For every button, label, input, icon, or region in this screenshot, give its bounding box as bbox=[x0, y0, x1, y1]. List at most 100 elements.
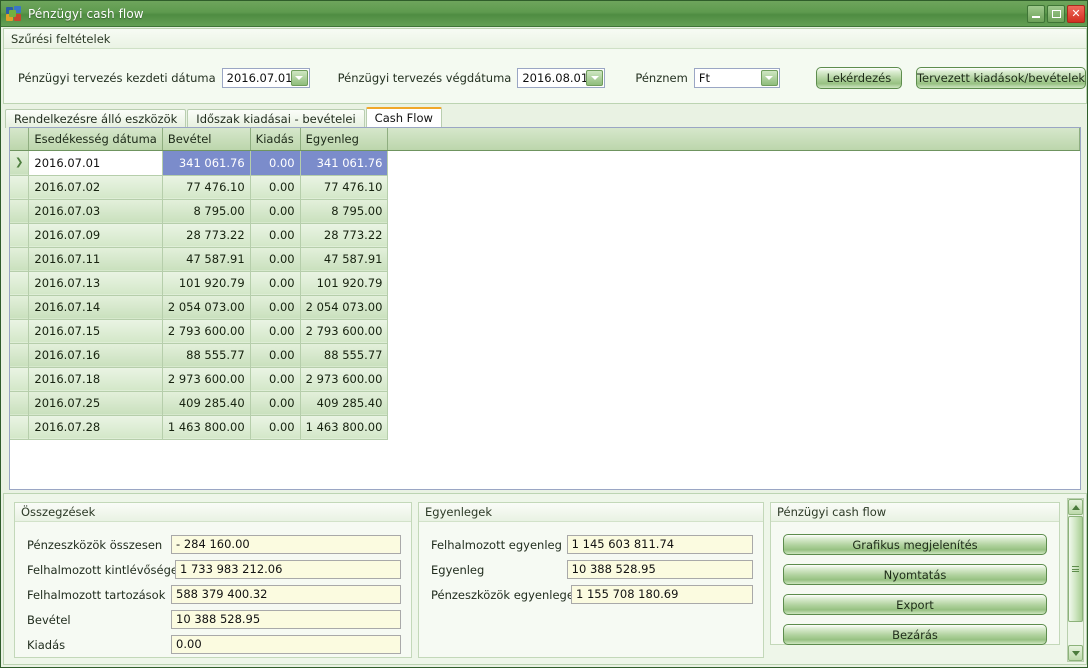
cell-expense[interactable]: 0.00 bbox=[250, 247, 301, 272]
column-header-balance[interactable]: Egyenleg bbox=[300, 128, 389, 151]
cell-date[interactable]: 2016.07.01 bbox=[28, 150, 163, 176]
cell-income[interactable]: 409 285.40 bbox=[162, 391, 251, 416]
column-header-date[interactable]: Esedékesség dátuma bbox=[28, 128, 163, 151]
table-row[interactable]: 2016.07.16 88 555.77 0.00 88 555.77 bbox=[10, 343, 1080, 368]
cell-income[interactable]: 28 773.22 bbox=[162, 223, 251, 248]
cell-balance[interactable]: 88 555.77 bbox=[300, 343, 389, 368]
planned-expenses-income-button[interactable]: Tervezett kiadások/bevételek bbox=[916, 67, 1086, 89]
cell-date[interactable]: 2016.07.13 bbox=[28, 271, 163, 296]
cell-expense[interactable]: 0.00 bbox=[250, 367, 301, 392]
query-button[interactable]: Lekérdezés bbox=[815, 67, 902, 89]
cell-balance[interactable]: 47 587.91 bbox=[300, 247, 389, 272]
table-row[interactable]: 2016.07.03 8 795.00 0.00 8 795.00 bbox=[10, 199, 1080, 224]
row-selector-cell[interactable] bbox=[10, 247, 30, 272]
cell-expense[interactable]: 0.00 bbox=[250, 319, 301, 344]
accumulated-debts-value[interactable]: 588 379 400.32 bbox=[171, 585, 401, 604]
cell-balance[interactable]: 341 061.76 bbox=[300, 150, 389, 176]
cell-income[interactable]: 2 054 073.00 bbox=[162, 295, 251, 320]
table-row[interactable]: 2016.07.28 1 463 800.00 0.00 1 463 800.00 bbox=[10, 415, 1080, 440]
row-selector-cell[interactable] bbox=[10, 343, 30, 368]
table-row[interactable]: 2016.07.25 409 285.40 0.00 409 285.40 bbox=[10, 391, 1080, 416]
cell-income[interactable]: 47 587.91 bbox=[162, 247, 251, 272]
table-row[interactable]: 2016.07.13 101 920.79 0.00 101 920.79 bbox=[10, 271, 1080, 296]
row-selector-cell[interactable] bbox=[10, 175, 30, 200]
cell-date[interactable]: 2016.07.03 bbox=[28, 199, 163, 224]
cell-balance[interactable]: 2 054 073.00 bbox=[300, 295, 389, 320]
cell-expense[interactable]: 0.00 bbox=[250, 295, 301, 320]
row-selector-cell[interactable]: ❯ bbox=[10, 150, 30, 176]
currency-dropdown-button[interactable] bbox=[760, 70, 778, 86]
row-selector-cell[interactable] bbox=[10, 295, 30, 320]
currency-combo[interactable]: Ft bbox=[693, 68, 780, 88]
cell-income[interactable]: 341 061.76 bbox=[162, 150, 251, 176]
start-date-combo[interactable]: 2016.07.01 bbox=[221, 68, 310, 88]
cell-date[interactable]: 2016.07.15 bbox=[28, 319, 163, 344]
cell-expense[interactable]: 0.00 bbox=[250, 271, 301, 296]
cell-date[interactable]: 2016.07.02 bbox=[28, 175, 163, 200]
cell-balance[interactable]: 28 773.22 bbox=[300, 223, 389, 248]
tab-available-assets[interactable]: Rendelkezésre álló eszközök bbox=[5, 109, 187, 128]
minimize-button[interactable] bbox=[1027, 5, 1045, 23]
table-row[interactable]: 2016.07.18 2 973 600.00 0.00 2 973 600.00 bbox=[10, 367, 1080, 392]
cell-expense[interactable]: 0.00 bbox=[250, 199, 301, 224]
scroll-up-button[interactable] bbox=[1068, 499, 1083, 515]
total-cash-value[interactable]: - 284 160.00 bbox=[171, 535, 401, 554]
scrollbar-track[interactable] bbox=[1068, 622, 1083, 645]
table-row[interactable]: 2016.07.11 47 587.91 0.00 47 587.91 bbox=[10, 247, 1080, 272]
close-dialog-button[interactable]: Bezárás bbox=[783, 624, 1047, 645]
cell-date[interactable]: 2016.07.18 bbox=[28, 367, 163, 392]
cell-date[interactable]: 2016.07.11 bbox=[28, 247, 163, 272]
row-selector-cell[interactable] bbox=[10, 391, 30, 416]
table-row[interactable]: 2016.07.02 77 476.10 0.00 77 476.10 bbox=[10, 175, 1080, 200]
table-row[interactable]: 2016.07.14 2 054 073.00 0.00 2 054 073.00 bbox=[10, 295, 1080, 320]
cell-date[interactable]: 2016.07.28 bbox=[28, 415, 163, 440]
row-selector-cell[interactable] bbox=[10, 199, 30, 224]
start-date-dropdown-button[interactable] bbox=[290, 70, 308, 86]
cell-date[interactable]: 2016.07.16 bbox=[28, 343, 163, 368]
table-row[interactable]: ❯ 2016.07.01 341 061.76 0.00 341 061.76 bbox=[10, 150, 1080, 176]
export-button[interactable]: Export bbox=[783, 594, 1047, 615]
cell-balance[interactable]: 409 285.40 bbox=[300, 391, 389, 416]
row-selector-cell[interactable] bbox=[10, 319, 30, 344]
cell-expense[interactable]: 0.00 bbox=[250, 223, 301, 248]
row-selector-cell[interactable] bbox=[10, 271, 30, 296]
cash-flow-grid[interactable]: Esedékesség dátuma Bevétel Kiadás Egyenl… bbox=[9, 127, 1081, 490]
row-selector-cell[interactable] bbox=[10, 223, 30, 248]
cell-expense[interactable]: 0.00 bbox=[250, 415, 301, 440]
cell-balance[interactable]: 77 476.10 bbox=[300, 175, 389, 200]
table-row[interactable]: 2016.07.09 28 773.22 0.00 28 773.22 bbox=[10, 223, 1080, 248]
print-button[interactable]: Nyomtatás bbox=[783, 564, 1047, 585]
cell-income[interactable]: 2 793 600.00 bbox=[162, 319, 251, 344]
maximize-button[interactable] bbox=[1047, 5, 1065, 23]
cell-date[interactable]: 2016.07.25 bbox=[28, 391, 163, 416]
table-row[interactable]: 2016.07.15 2 793 600.00 0.00 2 793 600.00 bbox=[10, 319, 1080, 344]
column-header-expense[interactable]: Kiadás bbox=[250, 128, 301, 151]
column-header-income[interactable]: Bevétel bbox=[162, 128, 251, 151]
cell-income[interactable]: 8 795.00 bbox=[162, 199, 251, 224]
accumulated-balance-value[interactable]: 1 145 603 811.74 bbox=[566, 535, 753, 554]
cell-date[interactable]: 2016.07.14 bbox=[28, 295, 163, 320]
expense-value[interactable]: 0.00 bbox=[171, 635, 401, 654]
row-selector-cell[interactable] bbox=[10, 415, 30, 440]
graphical-display-button[interactable]: Grafikus megjelenítés bbox=[783, 534, 1047, 555]
cell-balance[interactable]: 2 793 600.00 bbox=[300, 319, 389, 344]
cell-date[interactable]: 2016.07.09 bbox=[28, 223, 163, 248]
cell-income[interactable]: 77 476.10 bbox=[162, 175, 251, 200]
cell-income[interactable]: 101 920.79 bbox=[162, 271, 251, 296]
cell-income[interactable]: 88 555.77 bbox=[162, 343, 251, 368]
cash-balance-value[interactable]: 1 155 708 180.69 bbox=[571, 585, 753, 604]
accumulated-receivables-value[interactable]: 1 733 983 212.06 bbox=[175, 560, 401, 579]
cell-income[interactable]: 2 973 600.00 bbox=[162, 367, 251, 392]
cell-balance[interactable]: 2 973 600.00 bbox=[300, 367, 389, 392]
cell-income[interactable]: 1 463 800.00 bbox=[162, 415, 251, 440]
cell-balance[interactable]: 8 795.00 bbox=[300, 199, 389, 224]
cell-expense[interactable]: 0.00 bbox=[250, 391, 301, 416]
row-selector-cell[interactable] bbox=[10, 367, 30, 392]
end-date-combo[interactable]: 2016.08.01 bbox=[517, 68, 606, 88]
balance-value[interactable]: 10 388 528.95 bbox=[566, 560, 753, 579]
end-date-dropdown-button[interactable] bbox=[586, 70, 604, 86]
tab-cash-flow[interactable]: Cash Flow bbox=[365, 107, 442, 128]
income-value[interactable]: 10 388 528.95 bbox=[171, 610, 401, 629]
tab-period-expenses-income[interactable]: Időszak kiadásai - bevételei bbox=[187, 109, 365, 128]
bottom-panel-scrollbar[interactable] bbox=[1067, 498, 1084, 662]
